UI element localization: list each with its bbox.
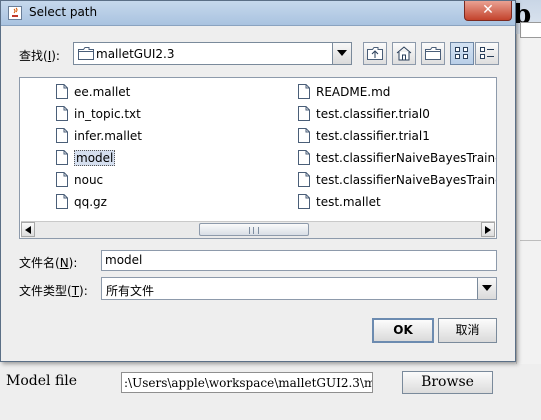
file-icon [298,84,310,99]
model-file-field[interactable]: :\Users\apple\workspace\malletGUI2.3\mod… [121,372,373,393]
dialog-title-bar[interactable]: Select path ✕ [1,1,515,26]
chevron-down-icon [482,285,492,291]
ok-button[interactable]: OK [372,318,434,343]
file-type-value: 所有文件 [106,284,155,298]
file-name: test.classifierNaiveBayesTraine [316,151,497,165]
file-name-input[interactable]: model [101,250,497,271]
close-icon: ✕ [482,2,494,18]
scroll-left-button[interactable] [21,222,35,237]
file-name: in_topic.txt [74,107,141,121]
list-view-button[interactable] [450,42,474,65]
arrow-right-icon [485,226,491,234]
cancel-button[interactable]: 取消 [438,318,497,343]
file-icon [298,150,310,165]
file-icon [56,106,68,121]
new-folder-icon [425,47,441,60]
file-icon [56,150,68,165]
background-divider [520,240,541,241]
home-button[interactable] [392,42,416,65]
file-name: test.classifier.trial0 [316,107,430,121]
horizontal-scrollbar[interactable] [21,221,495,238]
look-in-combo[interactable]: malletGUI2.3 [73,42,352,65]
browse-button[interactable]: Browse [402,371,493,394]
file-icon [56,128,68,143]
chevron-down-icon [337,50,347,56]
file-name: README.md [316,85,391,99]
arrow-left-icon [25,226,31,234]
folder-icon [78,47,94,60]
file-name-label: 文件名(N): [19,256,78,270]
list-view-icon [455,47,468,59]
file-name: test.classifier.trial1 [316,129,430,143]
grip-icon [249,227,259,234]
file-icon [298,194,310,209]
background-right-panel [516,34,541,364]
up-one-level-button[interactable] [363,42,387,65]
file-name: infer.mallet [74,129,142,143]
file-type-dropdown-button[interactable] [477,278,496,299]
details-view-icon [480,47,494,59]
file-icon [56,172,68,187]
file-name: test.classifierNaiveBayesTraine [316,173,497,187]
background-text-field[interactable] [520,22,541,38]
file-name: test.mallet [316,195,381,209]
file-icon [56,194,68,209]
file-icon [56,84,68,99]
file-list[interactable]: ee.mallet in_topic.txt infer.mallet mode… [19,77,497,239]
scroll-right-button[interactable] [481,222,495,237]
file-name: ee.mallet [74,85,131,99]
file-icon [298,128,310,143]
file-icon [298,106,310,121]
close-button[interactable]: ✕ [464,1,512,21]
look-in-label: 查找(I): [19,49,60,63]
look-in-value: malletGUI2.3 [96,47,175,61]
dialog-title: Select path [29,5,98,19]
up-one-level-icon [367,47,383,60]
file-name: nouc [74,173,104,187]
details-view-button[interactable] [475,42,499,65]
scroll-thumb[interactable] [199,223,309,236]
java-icon [8,6,22,20]
file-icon [298,172,310,187]
new-folder-button[interactable] [421,42,445,65]
model-file-label: Model file [6,373,78,389]
look-in-dropdown-button[interactable] [332,43,351,64]
file-name: qq.gz [74,195,107,209]
select-path-dialog: Select path ✕ 查找(I): malletGUI2.3 ee.mal… [0,0,516,362]
file-name: model [74,150,116,166]
home-icon [396,46,412,61]
file-type-label: 文件类型(T): [19,284,88,298]
file-type-combo[interactable]: 所有文件 [101,277,497,300]
